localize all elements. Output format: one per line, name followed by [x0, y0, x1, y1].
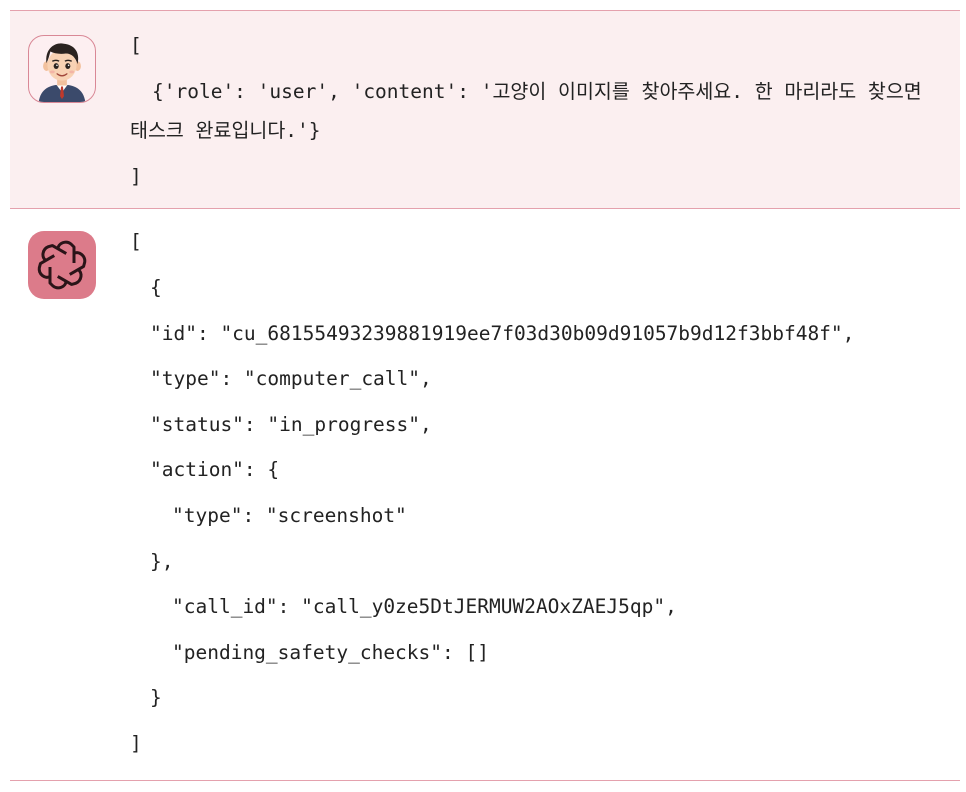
- openai-logo-icon: [28, 231, 96, 299]
- json-line: [: [130, 230, 142, 253]
- message-line: ]: [130, 165, 142, 188]
- message-line: {'role': 'user', 'content': '고양이 이미지를 찾아…: [152, 80, 922, 103]
- json-line: "id": "cu_68155493239881919ee7f03d30b09d…: [150, 322, 855, 345]
- assistant-message: [ { "id": "cu_68155493239881919ee7f03d30…: [10, 208, 960, 781]
- json-line: ]: [130, 732, 142, 755]
- json-line: "status": "in_progress",: [150, 413, 432, 436]
- json-line: "type": "computer_call",: [150, 367, 432, 390]
- user-message: [ {'role': 'user', 'content': '고양이 이미지를 …: [10, 10, 960, 208]
- json-line: "call_id": "call_y0ze5DtJERMUW2AOxZAEJ5q…: [172, 595, 677, 618]
- json-line: "type": "screenshot": [172, 504, 407, 527]
- user-avatar-icon: [28, 35, 96, 103]
- json-line: },: [150, 550, 174, 573]
- json-line: {: [150, 276, 162, 299]
- assistant-message-content: [ { "id": "cu_68155493239881919ee7f03d30…: [130, 209, 946, 782]
- json-line: "pending_safety_checks": []: [172, 641, 489, 664]
- message-line: 태스크 완료입니다.'}: [130, 119, 321, 142]
- user-message-content: [ {'role': 'user', 'content': '고양이 이미지를 …: [130, 11, 946, 209]
- message-line: [: [130, 34, 142, 57]
- chat-transcript: [ {'role': 'user', 'content': '고양이 이미지를 …: [10, 10, 960, 781]
- json-line: "action": {: [150, 458, 280, 481]
- json-line: }: [150, 686, 162, 709]
